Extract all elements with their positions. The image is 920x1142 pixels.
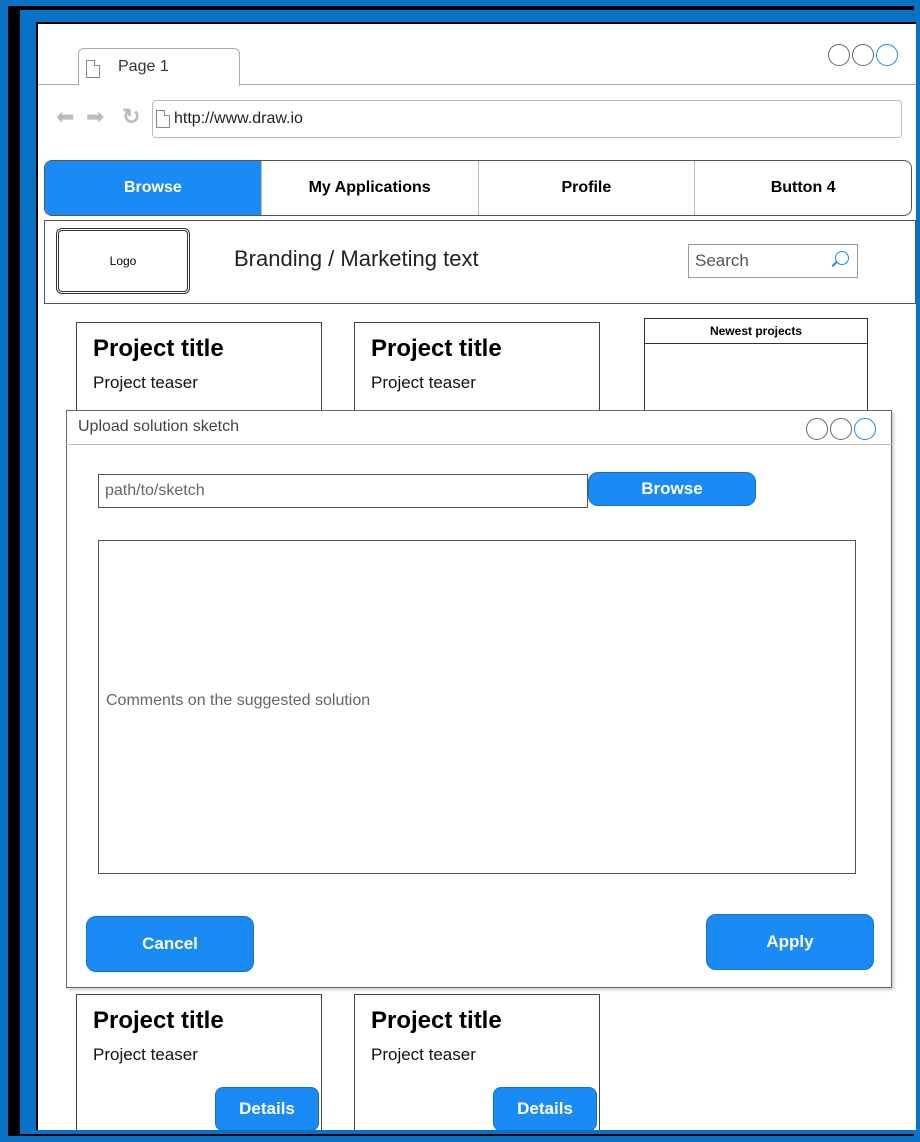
details-button[interactable]: Details <box>215 1087 319 1130</box>
search-icon[interactable] <box>835 251 849 265</box>
project-title: Project title <box>371 335 502 362</box>
window-maximize-icon[interactable] <box>852 44 874 66</box>
project-card: Project title Project teaser Details <box>76 994 322 1130</box>
search-input[interactable]: Search <box>688 244 858 278</box>
dialog-title: Upload solution sketch <box>78 418 239 435</box>
search-placeholder: Search <box>695 251 749 270</box>
page-icon <box>156 110 170 128</box>
menu-button-4[interactable]: Button 4 <box>695 161 911 215</box>
dialog-title-divider <box>66 444 892 445</box>
page-icon <box>86 60 100 78</box>
main-menu: Browse My Applications Profile Button 4 <box>44 160 912 216</box>
browse-button[interactable]: Browse <box>588 472 756 506</box>
menu-profile[interactable]: Profile <box>479 161 696 215</box>
project-teaser: Project teaser <box>93 1045 198 1064</box>
project-teaser: Project teaser <box>93 373 198 392</box>
dialog-maximize-icon[interactable] <box>830 418 852 440</box>
dialog-close-icon[interactable] <box>854 418 876 440</box>
tab-bar-line <box>240 84 916 85</box>
branding-text: Branding / Marketing text <box>234 246 479 271</box>
project-title: Project title <box>93 1007 224 1034</box>
reload-icon[interactable]: ↻ <box>122 104 140 130</box>
sketch-path-input[interactable]: path/to/sketch <box>98 474 588 508</box>
apply-button[interactable]: Apply <box>706 914 874 970</box>
project-title: Project title <box>93 335 224 362</box>
back-arrow-icon[interactable]: ⬅ <box>56 104 74 130</box>
menu-browse[interactable]: Browse <box>45 161 262 215</box>
dialog-minimize-icon[interactable] <box>806 418 828 440</box>
sketch-path-placeholder: path/to/sketch <box>105 482 205 499</box>
window-minimize-icon[interactable] <box>828 44 850 66</box>
url-text: http://www.draw.io <box>174 110 303 127</box>
tab-label: Page 1 <box>118 58 169 75</box>
project-title: Project title <box>371 1007 502 1034</box>
details-button[interactable]: Details <box>493 1087 597 1130</box>
forward-arrow-icon[interactable]: ➡ <box>86 104 104 130</box>
project-teaser: Project teaser <box>371 1045 476 1064</box>
cancel-button[interactable]: Cancel <box>86 916 254 972</box>
newest-projects-title: Newest projects <box>645 319 867 344</box>
window-close-icon[interactable] <box>876 44 898 66</box>
browser-window: Page 1 ⬅ ➡ ↻ http://www.draw.io Browse M… <box>36 22 916 1130</box>
project-card: Project title Project teaser Details <box>354 994 600 1130</box>
menu-my-applications[interactable]: My Applications <box>262 161 479 215</box>
logo[interactable]: Logo <box>56 228 190 294</box>
project-teaser: Project teaser <box>371 373 476 392</box>
tab-bar-line <box>38 84 78 85</box>
comments-placeholder: Comments on the suggested solution <box>106 692 371 709</box>
